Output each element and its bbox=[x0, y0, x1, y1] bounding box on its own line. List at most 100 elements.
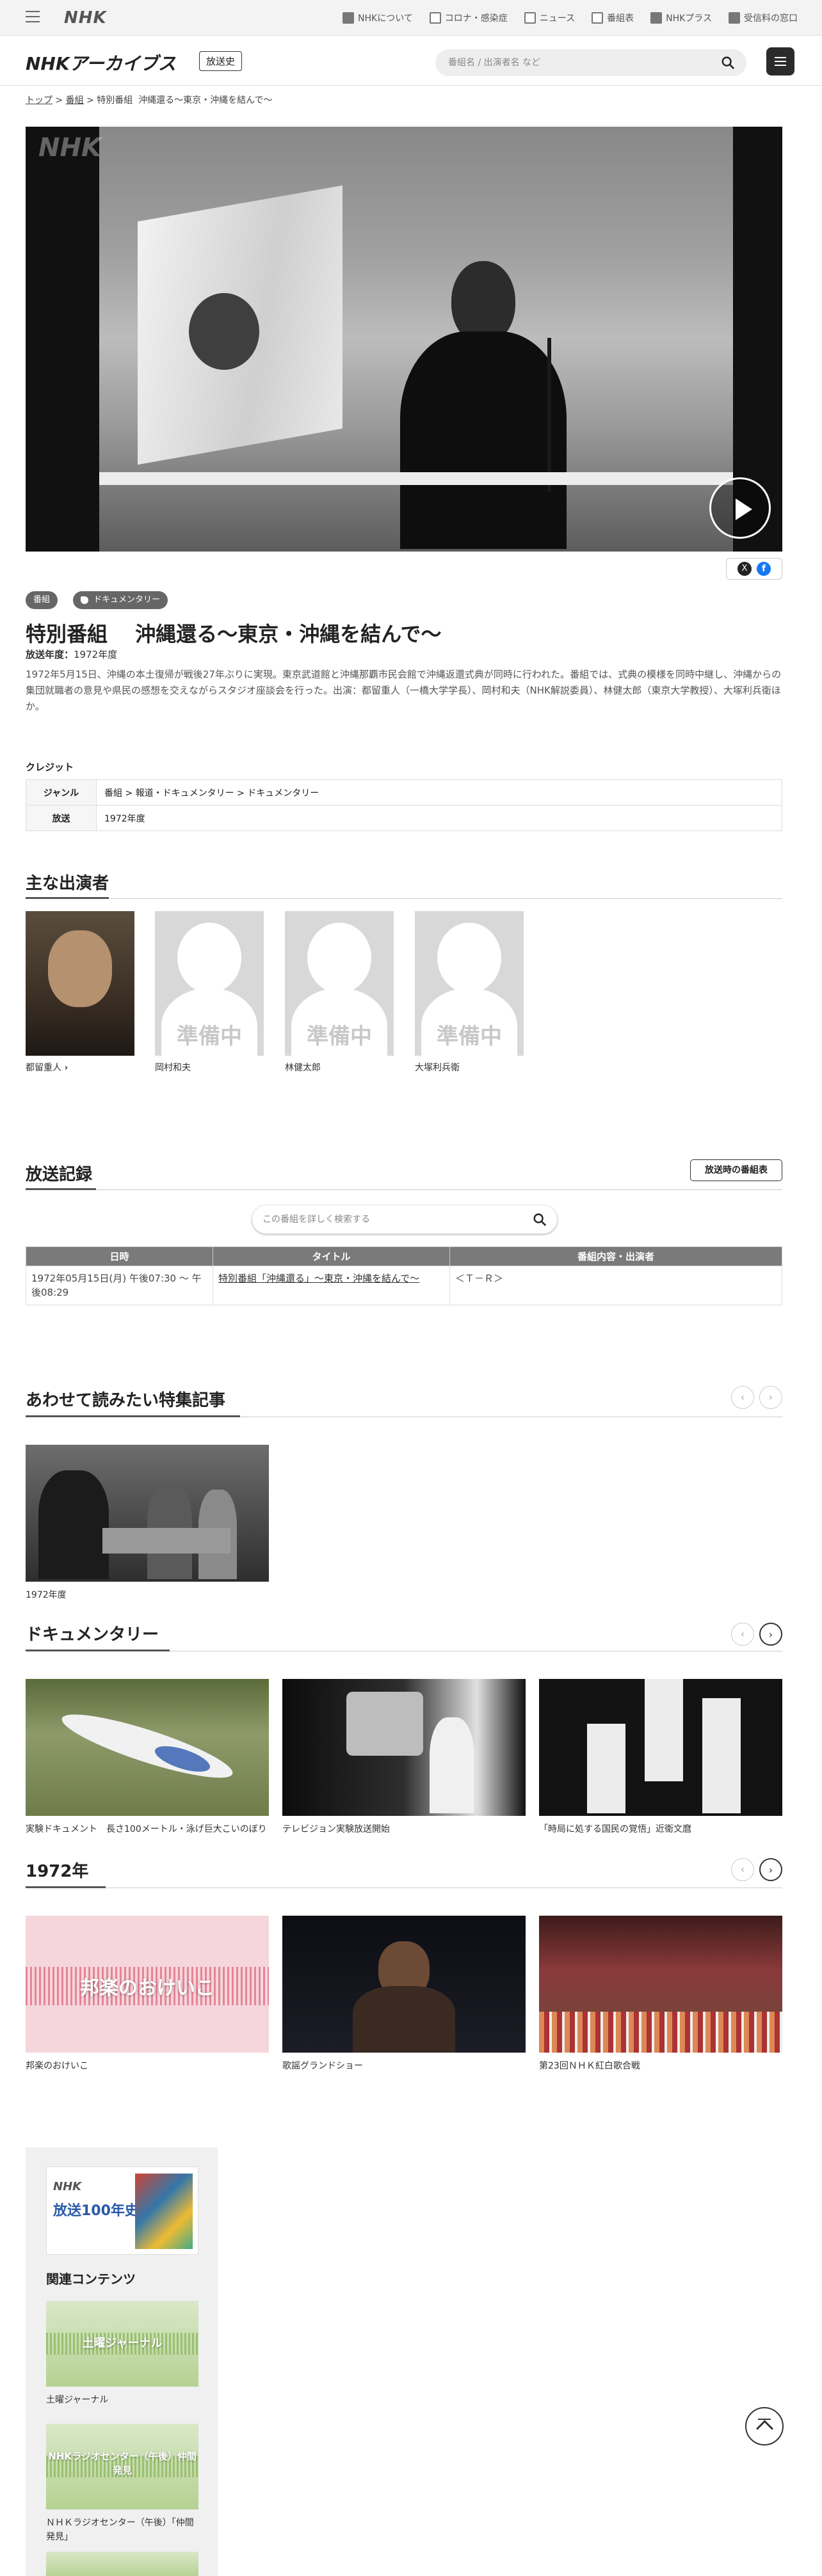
heading-underline bbox=[26, 1650, 170, 1651]
related-caption[interactable]: 土曜ジャーナル bbox=[46, 2393, 108, 2407]
heading-underline bbox=[26, 897, 109, 899]
broadcast-heading: 放送記録 bbox=[26, 1165, 93, 1184]
divider bbox=[26, 1189, 782, 1190]
cast-card[interactable]: 都留重人 › bbox=[26, 911, 134, 1074]
broadcast-title-link[interactable]: 特別番組「沖縄還る」～東京・沖縄を結んで～ bbox=[218, 1273, 419, 1284]
breadcrumb-current: 沖縄還る～東京・沖縄を結んで～ bbox=[138, 95, 273, 106]
next-arrow-icon[interactable]: › bbox=[759, 1623, 782, 1646]
next-arrow-icon[interactable]: › bbox=[759, 1386, 782, 1409]
nhk-plus-icon bbox=[650, 12, 663, 24]
related-thumbnail[interactable] bbox=[46, 2552, 198, 2576]
top-link-fee[interactable]: 受信料の窓口 bbox=[729, 12, 798, 24]
program-search-input[interactable]: この番組を詳しく検索する bbox=[252, 1205, 557, 1234]
share-buttons: X f bbox=[726, 558, 782, 580]
breadcrumb-top[interactable]: トップ bbox=[26, 95, 52, 106]
related-thumbnail[interactable]: NHKラジオセンター（午後）仲間発見 bbox=[46, 2424, 198, 2509]
chevron-right-icon: › bbox=[64, 1063, 68, 1073]
archives-logo[interactable]: NHKアーカイブス bbox=[26, 50, 176, 76]
schedule-button[interactable]: 放送時の番組表 bbox=[690, 1159, 782, 1181]
top-link-about[interactable]: NHKについて bbox=[342, 12, 413, 24]
search-icon[interactable] bbox=[721, 56, 735, 70]
related-caption[interactable]: ＮＨＫラジオセンター（午後）「仲間発見」 bbox=[46, 2516, 200, 2544]
documentary-card[interactable]: 「時局に処する国民の覚悟」近衛文麿 bbox=[539, 1679, 782, 1835]
nhk-icon bbox=[342, 12, 355, 24]
documentary-card[interactable]: テレビジョン実験放送開始 bbox=[282, 1679, 526, 1835]
year-card[interactable]: 歌謡グランドショー bbox=[282, 1916, 526, 2072]
history-badge[interactable]: 放送史 bbox=[199, 51, 243, 71]
year-thumbnail: 邦楽のおけいこ bbox=[26, 1916, 269, 2053]
placeholder-photo: 準備中 bbox=[155, 911, 264, 1056]
credits-table: ジャンル 番組 > 報道・ドキュメンタリー > ドキュメンタリー 放送 1972年度 bbox=[26, 779, 782, 831]
related-heading: 関連コンテンツ bbox=[46, 2271, 136, 2287]
play-button[interactable] bbox=[709, 477, 771, 539]
prev-arrow-icon[interactable]: ‹ bbox=[731, 1623, 754, 1646]
top-link-news[interactable]: ニュース bbox=[524, 12, 575, 24]
heading-underline bbox=[26, 1188, 96, 1190]
year-thumbnail bbox=[282, 1916, 526, 2053]
video-player[interactable]: NHK bbox=[26, 127, 782, 552]
cast-card: 準備中 大塚利兵衛 bbox=[415, 911, 524, 1074]
flag-circle bbox=[189, 293, 259, 370]
schedule-icon bbox=[592, 12, 604, 24]
back-to-top-button[interactable] bbox=[745, 2407, 784, 2445]
program-description: 1972年5月15日、沖縄の本土復帰が戦後27年ぶりに実現。東京武道館と沖縄那覇… bbox=[26, 669, 782, 712]
top-link-corona[interactable]: コロナ・感染症 bbox=[429, 12, 508, 24]
breadcrumb-special: 特別番組 bbox=[97, 95, 133, 106]
top-link-plus[interactable]: NHKプラス bbox=[650, 12, 712, 24]
search-icon[interactable] bbox=[533, 1212, 547, 1227]
arrow-up-icon bbox=[758, 2419, 771, 2420]
next-arrow-icon[interactable]: › bbox=[759, 1858, 782, 1881]
top-links: NHKについて コロナ・感染症 ニュース 番組表 NHKプラス 受信料の窓口 bbox=[342, 12, 798, 24]
broadcast-table: 日時 タイトル 番組内容・出演者 1972年05月15日(月) 午後07:30 … bbox=[26, 1246, 782, 1305]
microphone-stand bbox=[547, 338, 551, 491]
broadcast-100-banner[interactable]: NHK 放送100年史 bbox=[46, 2167, 198, 2255]
table-row: ジャンル 番組 > 報道・ドキュメンタリー > ドキュメンタリー bbox=[26, 779, 782, 806]
speaker-figure bbox=[400, 261, 567, 549]
features-heading: あわせて読みたい特集記事 bbox=[26, 1391, 226, 1410]
placeholder-photo: 準備中 bbox=[415, 911, 524, 1056]
feature-thumbnail bbox=[26, 1445, 269, 1582]
related-sidebar: NHK 放送100年史 関連コンテンツ 土曜ジャーナル 土曜ジャーナル NHKラ… bbox=[26, 2147, 218, 2576]
prev-arrow-icon[interactable]: ‹ bbox=[731, 1386, 754, 1409]
mosaic-image bbox=[135, 2174, 193, 2249]
placeholder-photo: 準備中 bbox=[285, 911, 394, 1056]
tag-icon bbox=[81, 596, 88, 604]
prev-arrow-icon[interactable]: ‹ bbox=[731, 1858, 754, 1881]
tag-documentary[interactable]: ドキュメンタリー bbox=[73, 591, 168, 609]
tag-program[interactable]: 番組 bbox=[26, 591, 58, 609]
documentary-heading: ドキュメンタリー bbox=[26, 1625, 159, 1644]
video-frame bbox=[99, 127, 733, 552]
table-header: 日時 タイトル 番組内容・出演者 bbox=[26, 1246, 782, 1266]
broadcast-year: 放送年度：1972年度 bbox=[26, 649, 118, 660]
document-icon bbox=[429, 12, 441, 24]
x-share-icon[interactable]: X bbox=[737, 562, 752, 576]
fee-icon bbox=[729, 12, 740, 24]
menu-button[interactable] bbox=[766, 47, 794, 76]
documentary-card[interactable]: 実験ドキュメント 長さ100メートル・泳げ巨大こいのぼり bbox=[26, 1679, 269, 1835]
heading-underline bbox=[26, 1415, 240, 1417]
top-bar: NHK NHKについて コロナ・感染症 ニュース 番組表 NHKプラス 受信料の… bbox=[0, 0, 822, 36]
year-thumbnail bbox=[539, 1916, 782, 2053]
feature-card[interactable]: 1972年度 bbox=[26, 1445, 269, 1601]
heading-underline bbox=[26, 1886, 106, 1888]
related-thumbnail[interactable]: 土曜ジャーナル bbox=[46, 2301, 198, 2387]
year-heading: 1972年 bbox=[26, 1862, 89, 1881]
year-card[interactable]: 邦楽のおけいこ 邦楽のおけいこ bbox=[26, 1916, 269, 2072]
breadcrumb-program[interactable]: 番組 bbox=[66, 95, 84, 106]
breadcrumb: トップ > 番組 > 特別番組 沖縄還る～東京・沖縄を結んで～ bbox=[26, 95, 273, 106]
podium-rail bbox=[99, 472, 733, 485]
divider bbox=[26, 898, 782, 899]
documentary-thumbnail bbox=[26, 1679, 269, 1816]
year-card[interactable]: 第23回ＮＨＫ紅白歌合戦 bbox=[539, 1916, 782, 2072]
program-title: 特別番組 沖縄還る～東京・沖縄を結んで～ bbox=[26, 622, 442, 646]
header-search-input[interactable]: 番組名 / 出演者名 など bbox=[435, 49, 746, 76]
documentary-thumbnail bbox=[539, 1679, 782, 1816]
cast-card: 準備中 岡村和夫 bbox=[155, 911, 264, 1074]
top-link-schedule[interactable]: 番組表 bbox=[592, 12, 634, 24]
site-header: NHKアーカイブス 放送史 番組名 / 出演者名 など bbox=[0, 36, 822, 86]
table-row: 放送 1972年度 bbox=[26, 805, 782, 831]
table-row: 1972年05月15日(月) 午後07:30 ～ 午後08:29 特別番組「沖縄… bbox=[26, 1266, 782, 1305]
nhk-logo[interactable]: NHK bbox=[64, 8, 107, 28]
facebook-share-icon[interactable]: f bbox=[757, 562, 771, 576]
hamburger-icon[interactable] bbox=[26, 11, 40, 22]
